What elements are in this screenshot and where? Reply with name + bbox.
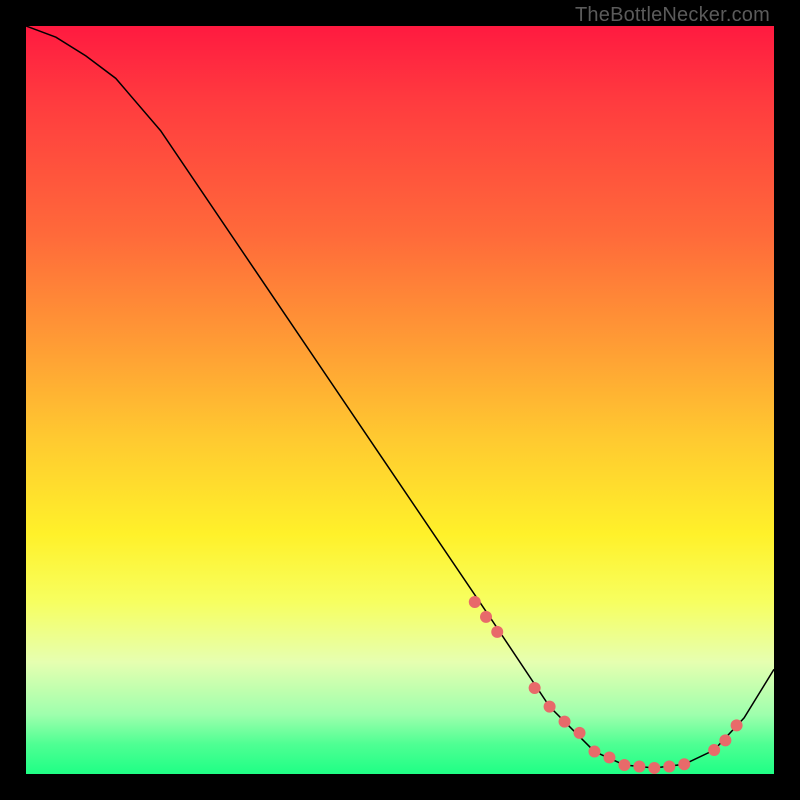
attribution-label: TheBottleNecker.com bbox=[575, 4, 770, 27]
marker-dot bbox=[603, 752, 615, 764]
chart-plot-area bbox=[26, 26, 774, 774]
marker-dot bbox=[663, 761, 675, 773]
marker-dot bbox=[618, 759, 630, 771]
marker-dot bbox=[469, 596, 481, 608]
chart-curve bbox=[26, 26, 774, 768]
marker-dot bbox=[588, 746, 600, 758]
chart-stage: TheBottleNecker.com bbox=[0, 0, 800, 800]
marker-dot bbox=[529, 682, 541, 694]
marker-dot bbox=[491, 626, 503, 638]
marker-dot bbox=[719, 734, 731, 746]
marker-dot bbox=[648, 762, 660, 774]
marker-dot bbox=[633, 761, 645, 773]
marker-dot bbox=[678, 758, 690, 770]
marker-dot bbox=[480, 611, 492, 623]
marker-dot bbox=[708, 744, 720, 756]
marker-dot bbox=[574, 727, 586, 739]
chart-svg bbox=[26, 26, 774, 774]
marker-dot bbox=[731, 719, 743, 731]
marker-dot bbox=[559, 716, 571, 728]
marker-dot bbox=[544, 701, 556, 713]
chart-markers bbox=[469, 596, 743, 774]
